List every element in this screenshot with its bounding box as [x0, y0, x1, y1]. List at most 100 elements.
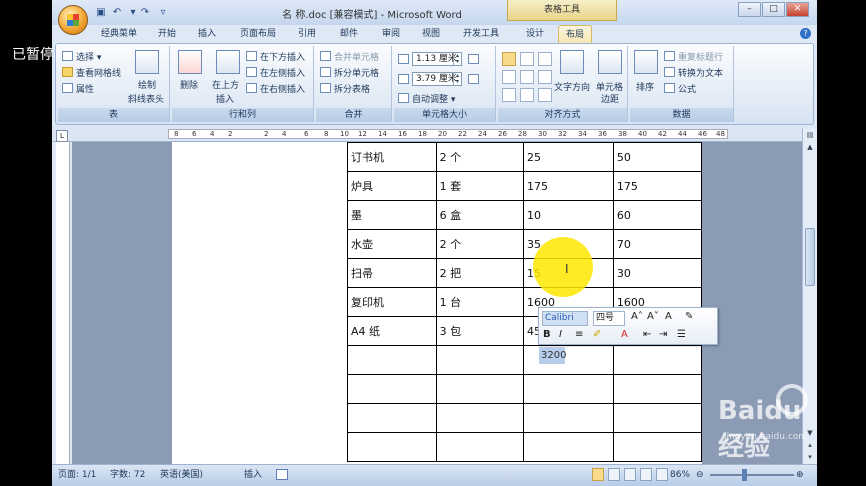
formula-button[interactable]: 公式 — [664, 82, 696, 95]
table-cell[interactable] — [523, 403, 614, 433]
scroll-up-icon[interactable]: ▲ — [805, 142, 815, 152]
cell-margins-icon[interactable] — [598, 50, 622, 74]
table-cell[interactable] — [347, 403, 437, 433]
increase-indent-icon[interactable]: ⇥ — [659, 329, 667, 340]
print-layout-view-icon[interactable] — [592, 468, 604, 481]
table-cell[interactable]: 25 — [523, 142, 614, 172]
save-icon[interactable]: ▣ — [94, 6, 108, 19]
tab-view[interactable]: 视图 — [414, 25, 448, 43]
redo-icon[interactable]: ↷ — [138, 6, 152, 19]
table-cell[interactable] — [347, 432, 437, 462]
horizontal-ruler[interactable]: 8 6 4 2 2 4 6 8 10 12 14 16 18 20 22 24 … — [52, 126, 817, 142]
table-cell[interactable]: 70 — [612, 229, 703, 259]
table-cell[interactable]: A4 纸 — [347, 316, 437, 346]
split-cells-button[interactable]: 拆分单元格 — [320, 66, 379, 79]
tab-design[interactable]: 设计 — [518, 25, 552, 43]
table-cell[interactable] — [612, 432, 703, 462]
bullets-icon[interactable]: ☰ — [677, 329, 686, 340]
align-bottom-left-button[interactable] — [502, 88, 516, 102]
table-cell[interactable]: 3 包 — [435, 316, 525, 346]
column-width-spinner[interactable]: ▴ ▾ — [453, 73, 461, 85]
delete-icon[interactable] — [178, 50, 202, 74]
align-middle-center-button[interactable] — [520, 70, 534, 84]
table-cell[interactable]: 炉具 — [347, 171, 437, 201]
insert-right-button[interactable]: 在右侧插入 — [246, 82, 305, 95]
tab-classic-menu[interactable]: 经典菜单 — [90, 25, 148, 43]
text-style-icon[interactable]: A — [665, 311, 672, 322]
font-size-dropdown[interactable]: 四号 — [593, 311, 625, 326]
shrink-font-icon[interactable]: A˅ — [647, 311, 659, 322]
tab-selector-button[interactable]: L — [56, 130, 68, 142]
table-cell[interactable] — [435, 345, 525, 375]
grow-font-icon[interactable]: A˄ — [631, 311, 643, 322]
tab-review[interactable]: 审阅 — [374, 25, 408, 43]
table-cell[interactable]: 175 — [612, 171, 703, 201]
table-cell[interactable]: 订书机 — [347, 142, 437, 172]
minimize-button[interactable]: – — [738, 2, 761, 17]
distribute-rows-icon[interactable] — [468, 54, 479, 64]
align-top-center-button[interactable] — [520, 52, 534, 66]
table-cell[interactable]: 扫帚 — [347, 258, 437, 288]
table-cell[interactable] — [347, 374, 437, 404]
highlight-color-icon[interactable]: ✐ — [593, 329, 601, 340]
selected-cell-text[interactable]: 3200 — [539, 347, 566, 364]
status-word-count[interactable]: 字数: 72 — [110, 465, 145, 485]
italic-icon[interactable]: I — [559, 329, 562, 340]
sort-icon[interactable] — [634, 50, 658, 74]
draft-view-icon[interactable] — [656, 468, 668, 481]
row-height-input[interactable]: 1.13 厘米 ▴ ▾ — [412, 52, 462, 66]
tab-home[interactable]: 开始 — [150, 25, 184, 43]
text-direction-icon[interactable] — [560, 50, 584, 74]
zoom-slider-thumb[interactable] — [742, 469, 747, 481]
table-cell[interactable]: 墨 — [347, 200, 437, 230]
zoom-slider[interactable] — [710, 474, 794, 476]
status-language[interactable]: 英语(美国) — [160, 465, 203, 485]
split-table-button[interactable]: 拆分表格 — [320, 82, 370, 95]
table-cell[interactable] — [612, 374, 703, 404]
decrease-indent-icon[interactable]: ⇤ — [643, 329, 651, 340]
row-height-spinner[interactable]: ▴ ▾ — [453, 53, 461, 65]
table-cell[interactable] — [347, 345, 437, 375]
table-cell[interactable]: 复印机 — [347, 287, 437, 317]
insert-above-icon[interactable] — [216, 50, 240, 74]
help-icon[interactable]: ? — [800, 28, 811, 39]
tab-layout[interactable]: 布局 — [558, 25, 592, 43]
table-cell[interactable]: 6 盒 — [435, 200, 525, 230]
tab-mailings[interactable]: 邮件 — [332, 25, 366, 43]
scroll-thumb[interactable] — [805, 228, 815, 286]
repeat-header-button[interactable]: 重复标题行 — [664, 50, 723, 63]
align-middle-left-button[interactable] — [502, 70, 516, 84]
column-width-input[interactable]: 3.79 厘米 ▴ ▾ — [412, 72, 462, 86]
align-top-left-button[interactable] — [502, 52, 516, 66]
status-insert-mode[interactable]: 插入 — [244, 465, 262, 485]
table-cell[interactable] — [435, 432, 525, 462]
table-cell[interactable]: 2 把 — [435, 258, 525, 288]
table-cell[interactable] — [523, 345, 614, 375]
tab-references[interactable]: 引用 — [290, 25, 324, 43]
customize-qat-icon[interactable]: ▿ — [156, 6, 170, 19]
insert-left-button[interactable]: 在左侧插入 — [246, 66, 305, 79]
table-cell[interactable]: 60 — [612, 200, 703, 230]
properties-button[interactable]: 属性 — [62, 82, 94, 95]
zoom-level[interactable]: 86% — [670, 465, 690, 485]
table-cell[interactable]: 1 台 — [435, 287, 525, 317]
align-top-right-button[interactable] — [538, 52, 552, 66]
outline-view-icon[interactable] — [640, 468, 652, 481]
autofit-button[interactable]: 自动调整 ▾ — [398, 92, 455, 105]
select-button[interactable]: 选择 ▾ — [62, 50, 101, 63]
vertical-ruler[interactable] — [56, 142, 70, 464]
web-layout-view-icon[interactable] — [624, 468, 636, 481]
font-name-dropdown[interactable]: Calibri — [542, 311, 588, 326]
tab-page-layout[interactable]: 页面布局 — [232, 25, 284, 43]
data-table[interactable]: 订书机 2 个 25 50 炉具 1 套 175 175 墨 6 盒 10 60 水壶 2 个 35 70 扫帚… — [347, 142, 703, 462]
maximize-button[interactable]: □ — [762, 2, 785, 17]
distribute-columns-icon[interactable] — [468, 74, 479, 84]
merge-cells-button[interactable]: 合并单元格 — [320, 50, 379, 63]
align-bottom-center-button[interactable] — [520, 88, 534, 102]
table-cell[interactable]: 2 个 — [435, 142, 525, 172]
align-middle-right-button[interactable] — [538, 70, 552, 84]
table-cell[interactable] — [435, 403, 525, 433]
status-page[interactable]: 页面: 1/1 — [58, 465, 96, 485]
draw-diagonal-header-icon[interactable] — [135, 50, 159, 74]
zoom-out-icon[interactable]: ⊖ — [696, 465, 704, 485]
